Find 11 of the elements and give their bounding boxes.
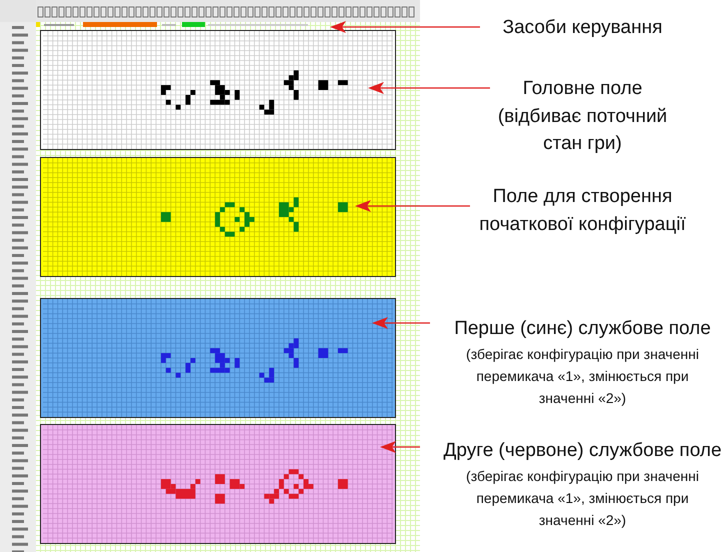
pointer-arrow xyxy=(372,317,430,329)
field-description: (відбиває поточний стан гри) xyxy=(496,105,668,156)
controls-caption: Засоби керування xyxy=(502,16,662,40)
field-description: (зберігає конфігурацію при значенні перемикача «1», змінюється при значенні «2») xyxy=(465,467,700,530)
field-caption: Друге (червоне) службове поле xyxy=(443,439,722,463)
pointer-arrow xyxy=(380,441,420,453)
field-caption: Поле для створення початкової конфігурації xyxy=(478,185,687,237)
field-description: (зберігає конфігурацію при значенні перемикача «1», змінюється при значенні «2») xyxy=(465,345,700,408)
field-caption: Перше (синє) службове поле xyxy=(454,317,711,341)
field-caption: Головне поле xyxy=(522,77,642,101)
sheet-corner xyxy=(0,0,36,22)
